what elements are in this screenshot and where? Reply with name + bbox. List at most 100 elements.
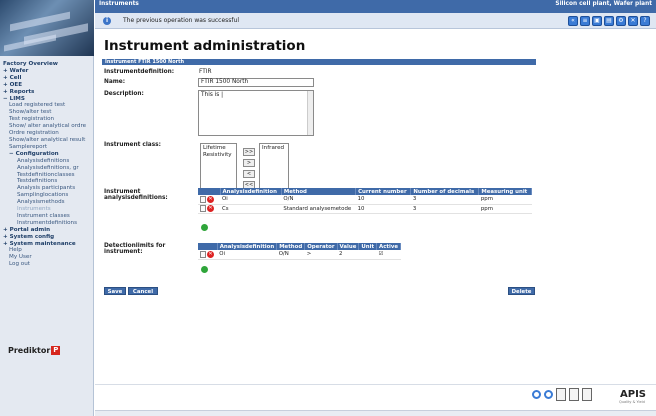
sidebar-item[interactable]: Analysisdefinitions, gr	[3, 165, 93, 172]
table-cell: 2	[337, 250, 359, 260]
section-header: Instrument FTIR 1500 North	[102, 59, 536, 65]
sidebar-item[interactable]: + Cell	[3, 75, 93, 82]
help-icon[interactable]: ?	[640, 16, 650, 26]
sidebar-item[interactable]: − LIMS	[3, 96, 93, 103]
sidebar-item[interactable]: Samplinglocations	[3, 192, 93, 199]
table-row: ✕ Oi O/N 10 3 ppm	[198, 195, 532, 205]
status-message: The previous operation was successful	[123, 17, 240, 24]
column-header: Measuring unit	[478, 188, 532, 195]
add-detectionlimit-icon[interactable]	[201, 266, 208, 273]
sidebar-item[interactable]: + Portal admin	[3, 227, 93, 234]
sidebar-item[interactable]: − Configuration	[3, 151, 93, 158]
sidebar-item[interactable]: Load registered test	[3, 102, 93, 109]
page-icon[interactable]	[556, 388, 566, 401]
sidebar-item[interactable]: Log out	[3, 261, 93, 268]
name-input[interactable]: FTIR 1500 North	[198, 78, 314, 87]
sidebar-item[interactable]: Instrumentdefinitions	[3, 220, 93, 227]
sidebar-item[interactable]: Help	[3, 247, 93, 254]
column-header: Analysisdefinition	[220, 188, 282, 195]
table-cell: ppm	[478, 204, 532, 214]
toolbar: « ≡ ▣ ▤ ⚙ ✕ ?	[568, 16, 650, 26]
table-cell: Standard analysemetode	[281, 204, 356, 214]
sidebar-item[interactable]: Show/alter analytical result	[3, 137, 93, 144]
prediktor-logo-icon: P	[51, 346, 61, 355]
column-header: Active	[376, 243, 401, 250]
description-textarea[interactable]: This is |	[198, 90, 314, 136]
edit-icon[interactable]	[200, 195, 206, 203]
table-cell: 3	[410, 195, 479, 205]
status-strip	[95, 410, 656, 416]
column-header: Method	[276, 243, 306, 250]
description-scrollbar[interactable]	[307, 91, 313, 135]
sidebar-item[interactable]: Factory Overview	[3, 61, 93, 68]
column-header: Operator	[304, 243, 338, 250]
cancel-button[interactable]: Cancel	[128, 287, 158, 295]
instrumentdefinition-label: Instrumentdefinition:	[104, 69, 175, 75]
delete-icon[interactable]: ✕	[207, 205, 214, 212]
delete-icon[interactable]: ✕	[207, 195, 214, 203]
sidebar-item[interactable]: Analysis participants	[3, 185, 93, 192]
detectionlimits-table: Analysisdefinition Method Operator Value…	[198, 243, 401, 260]
table-header-row: Analysisdefinition Method Operator Value…	[198, 243, 401, 250]
sidebar-item[interactable]: Analysisdefinitions	[3, 158, 93, 165]
header-banner-image	[0, 0, 94, 56]
export-icon[interactable]	[582, 388, 592, 401]
list-item[interactable]: Lifetime	[203, 145, 234, 152]
sidebar-item[interactable]: + System config	[3, 234, 93, 241]
add-analysisdefinition-icon[interactable]	[201, 224, 208, 231]
active-checkbox[interactable]: ☑	[376, 250, 401, 260]
table-cell: 3	[410, 204, 479, 214]
edit-icon[interactable]	[200, 205, 206, 212]
name-label: Name:	[104, 79, 126, 85]
available-classes-list[interactable]: Lifetime Resistivity	[200, 143, 237, 189]
save-icon[interactable]: ▤	[604, 16, 614, 26]
delete-button[interactable]: Delete	[508, 287, 535, 295]
back-icon[interactable]: «	[568, 16, 578, 26]
zoom-out-icon[interactable]	[544, 390, 553, 399]
table-cell: >	[304, 250, 338, 260]
sidebar-item[interactable]: Samplereport	[3, 144, 93, 151]
edit-icon[interactable]	[200, 250, 206, 258]
sidebar-item[interactable]: Ordre registration	[3, 130, 93, 137]
column-header: Unit	[358, 243, 378, 250]
table-cell: 10	[355, 204, 411, 214]
sidebar-item[interactable]: Test registration	[3, 116, 93, 123]
sidebar-item[interactable]: Testdefinitions	[3, 178, 93, 185]
copy-icon[interactable]	[569, 388, 579, 401]
sidebar-item[interactable]: + Wafer	[3, 68, 93, 75]
close-icon[interactable]: ✕	[628, 16, 638, 26]
list-item[interactable]: Resistivity	[203, 152, 234, 159]
selected-classes-list[interactable]: Infrared	[259, 143, 289, 189]
table-cell: O/N	[276, 250, 305, 260]
zoom-in-icon[interactable]	[532, 390, 541, 399]
sidebar-item[interactable]: + OEE	[3, 82, 93, 89]
sidebar-item[interactable]: Show/alter test	[3, 109, 93, 116]
instrument-class-label: Instrument class:	[104, 142, 161, 148]
delete-icon[interactable]: ✕	[207, 250, 214, 258]
sidebar-item[interactable]: + System maintenance	[3, 241, 93, 248]
sidebar-item[interactable]: Instruments	[3, 206, 93, 213]
move-all-right-button[interactable]: >>	[243, 148, 255, 156]
column-header: Current number	[355, 188, 412, 195]
column-header: Value	[337, 243, 360, 250]
save-button[interactable]: Save	[104, 287, 126, 295]
sidebar-item[interactable]: + Reports	[3, 89, 93, 96]
list-item[interactable]: Infrared	[262, 145, 286, 152]
site-title: Silicon cell plant, Wafer plant	[555, 1, 652, 7]
sidebar-item[interactable]: Analysismethods	[3, 199, 93, 206]
sidebar-item[interactable]: Show/ alter analytical ordre	[3, 123, 93, 130]
page-title: Instrument administration	[104, 38, 306, 54]
move-right-button[interactable]: >	[243, 159, 255, 167]
top-bar: Instruments Silicon cell plant, Wafer pl…	[95, 0, 656, 13]
detectionlimits-label: Detectionlimits for instrument:	[104, 243, 166, 255]
table-cell	[358, 250, 377, 260]
sidebar-item[interactable]: Instrument classes	[3, 213, 93, 220]
settings-icon[interactable]: ⚙	[616, 16, 626, 26]
sidebar-item[interactable]: Testdefinitionclasses	[3, 172, 93, 179]
list-icon[interactable]: ≡	[580, 16, 590, 26]
message-bar: i The previous operation was successful …	[95, 13, 656, 29]
print-icon[interactable]: ▣	[592, 16, 602, 26]
move-left-button[interactable]: <	[243, 170, 255, 178]
table-cell: Oi	[217, 250, 277, 260]
sidebar-item[interactable]: My User	[3, 254, 93, 261]
